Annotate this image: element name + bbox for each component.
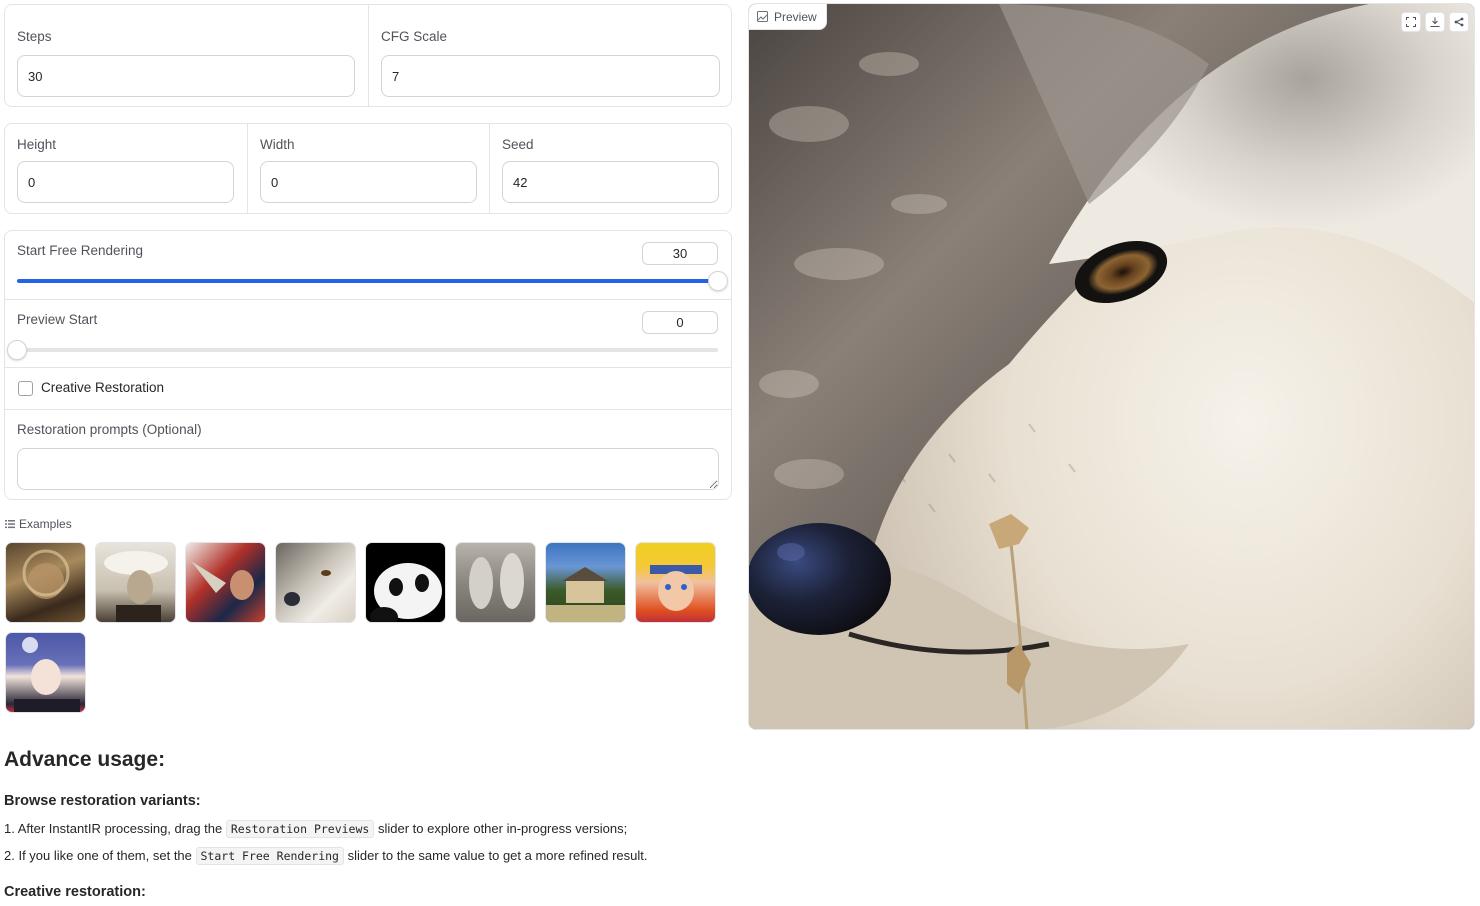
restoration-prompts-row: Restoration prompts (Optional) xyxy=(5,409,731,499)
step-2-text: 2. If you like one of them, set the Star… xyxy=(4,847,648,865)
height-cell: Height xyxy=(5,124,247,213)
cfg-scale-label: CFG Scale xyxy=(381,29,448,44)
example-statues[interactable] xyxy=(455,542,536,623)
seed-label: Seed xyxy=(502,137,534,152)
preview-label: Preview xyxy=(774,9,817,24)
example-naruto[interactable] xyxy=(635,542,716,623)
fullscreen-button[interactable] xyxy=(1401,12,1421,32)
example-trumpet-player[interactable] xyxy=(185,542,266,623)
steps-input[interactable] xyxy=(17,55,355,97)
seed-cell: Seed xyxy=(489,124,731,213)
step-1-text: 1. After InstantIR processing, drag the … xyxy=(4,820,628,838)
creative-restoration-checkbox[interactable] xyxy=(18,381,33,396)
fullscreen-icon xyxy=(1406,17,1416,27)
restoration-prompts-label: Restoration prompts (Optional) xyxy=(17,422,202,437)
width-cell: Width xyxy=(247,124,489,213)
example-wolf[interactable] xyxy=(275,542,356,623)
wolf-preview-image xyxy=(749,4,1474,729)
restoration-prompts-input[interactable] xyxy=(17,448,719,490)
download-button[interactable] xyxy=(1425,12,1445,32)
example-panda[interactable] xyxy=(365,542,446,623)
share-button[interactable] xyxy=(1449,12,1469,32)
step-1-part-a: 1. After InstantIR processing, drag the xyxy=(4,821,226,836)
steps-cfg-panel: Steps CFG Scale xyxy=(4,4,732,107)
start-free-rendering-label: Start Free Rendering xyxy=(17,243,144,258)
seed-input[interactable] xyxy=(502,161,719,203)
start-free-rendering-fill xyxy=(17,279,718,283)
browse-variants-heading: Browse restoration variants: xyxy=(4,793,201,809)
preview-tag: Preview xyxy=(749,4,827,30)
preview-image-panel[interactable]: Preview xyxy=(748,3,1475,730)
preview-start-label: Preview Start xyxy=(17,312,98,327)
height-input[interactable] xyxy=(17,161,234,203)
share-icon xyxy=(1454,17,1464,27)
preview-start-slider[interactable] xyxy=(7,340,718,360)
cfg-scale-input[interactable] xyxy=(381,55,720,97)
example-monkey-king[interactable] xyxy=(5,542,86,623)
example-konan[interactable] xyxy=(5,632,86,713)
example-vintage-woman[interactable] xyxy=(95,542,176,623)
height-label: Height xyxy=(17,137,57,152)
list-icon xyxy=(5,520,15,529)
creative-restoration-row: Creative Restoration xyxy=(5,367,731,409)
creative-restoration-label: Creative Restoration xyxy=(41,380,165,395)
start-free-rendering-value[interactable]: 30 xyxy=(642,242,718,265)
examples-label: Examples xyxy=(19,517,72,531)
advance-usage-heading: Advance usage: xyxy=(4,748,166,771)
preview-start-row: Preview Start 0 xyxy=(5,299,731,367)
dimensions-panel: Height Width Seed xyxy=(4,123,732,214)
example-house[interactable] xyxy=(545,542,626,623)
start-free-rendering-slider[interactable] xyxy=(17,271,728,291)
steps-cell: Steps xyxy=(5,5,368,106)
examples-header: Examples xyxy=(5,517,72,531)
cfg-cell: CFG Scale xyxy=(368,5,731,106)
width-input[interactable] xyxy=(260,161,477,203)
download-icon xyxy=(1430,17,1440,27)
steps-label: Steps xyxy=(17,29,52,44)
step-2-part-b: slider to the same value to get a more r… xyxy=(343,848,648,863)
image-icon xyxy=(757,11,768,22)
step-1-part-b: slider to explore other in-progress vers… xyxy=(374,821,628,836)
preview-start-value[interactable]: 0 xyxy=(642,311,718,334)
rendering-panel: Start Free Rendering 30 Preview Start 0 … xyxy=(4,230,732,500)
restoration-previews-code: Restoration Previews xyxy=(225,820,375,838)
preview-start-handle[interactable] xyxy=(7,340,27,360)
width-label: Width xyxy=(260,137,295,152)
start-free-rendering-row: Start Free Rendering 30 xyxy=(5,231,731,299)
creative-restoration-heading: Creative restoration: xyxy=(4,884,146,900)
step-2-part-a: 2. If you like one of them, set the xyxy=(4,848,196,863)
start-free-rendering-code: Start Free Rendering xyxy=(195,847,344,865)
start-free-rendering-handle[interactable] xyxy=(708,271,728,291)
